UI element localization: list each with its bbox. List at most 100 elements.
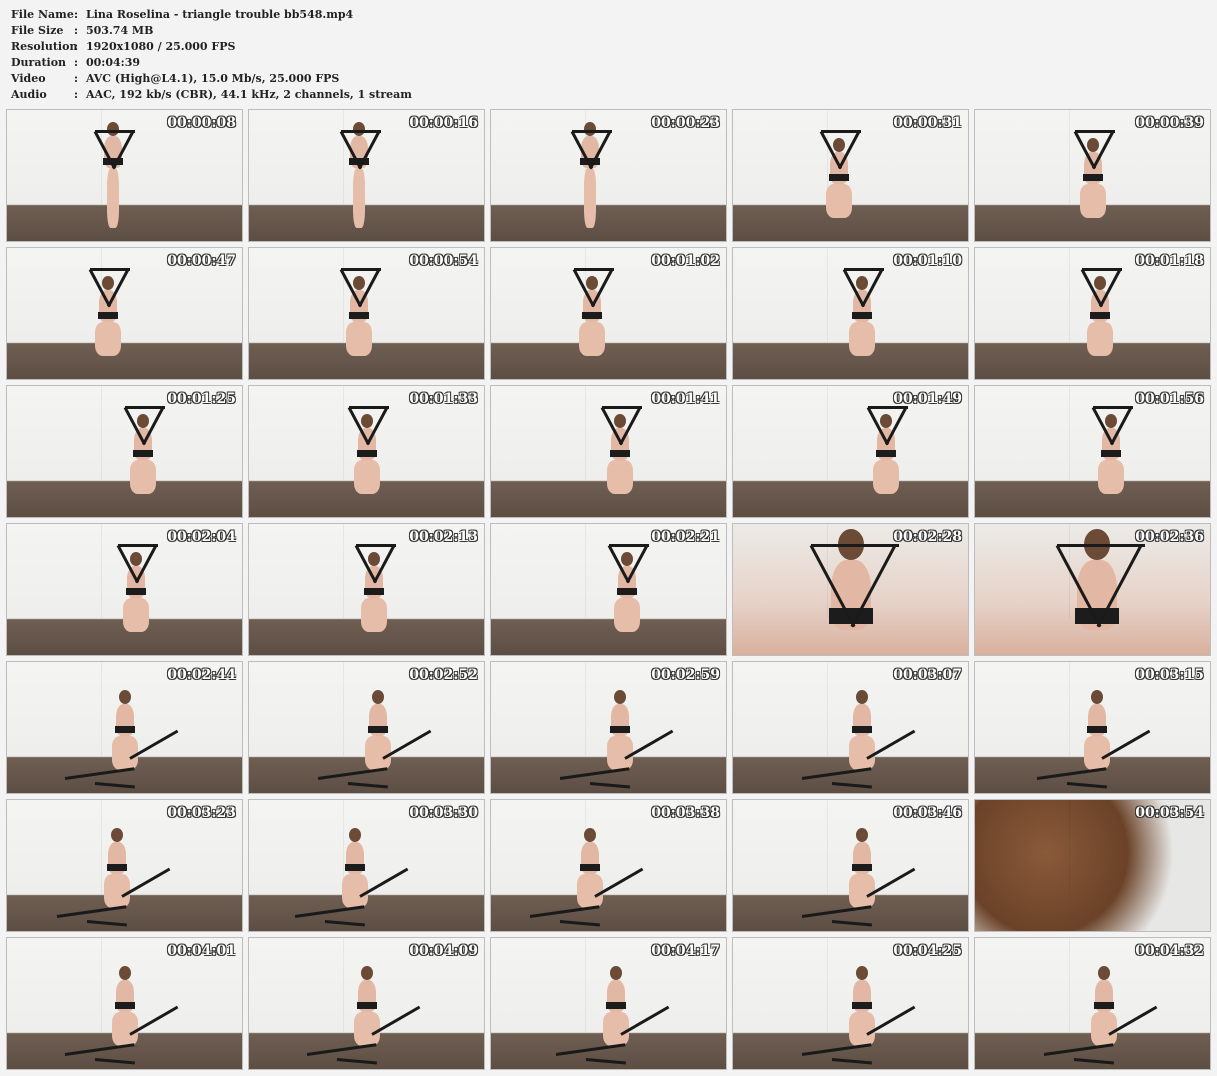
figure-silhouette xyxy=(110,966,140,1069)
figure-head xyxy=(107,122,119,136)
video-thumbnail: 00:01:33 xyxy=(248,385,485,518)
figure-head xyxy=(856,690,868,704)
figure-legs xyxy=(614,598,640,632)
figure-belt xyxy=(345,864,365,871)
info-value: Lina Roselina - triangle trouble bb548.m… xyxy=(86,8,354,21)
thumbnail-timestamp: 00:03:30 xyxy=(409,805,478,821)
figure-head xyxy=(856,828,868,842)
video-thumbnail: 00:04:01 xyxy=(6,937,243,1070)
figure-silhouette xyxy=(847,276,877,379)
video-thumbnail: 00:04:32 xyxy=(974,937,1211,1070)
black-rod xyxy=(349,406,389,409)
video-thumbnail: 00:02:04 xyxy=(6,523,243,656)
figure-belt xyxy=(876,450,896,457)
figure-belt xyxy=(357,450,377,457)
info-row-file-size: File Size:503.74 MB xyxy=(11,23,412,39)
figure-head xyxy=(130,552,142,566)
figure-silhouette xyxy=(359,552,389,655)
figure-silhouette xyxy=(1078,138,1108,241)
video-thumbnail: 00:03:07 xyxy=(732,661,969,794)
video-thumbnail: 00:03:15 xyxy=(974,661,1211,794)
thumbnail-timestamp: 00:03:46 xyxy=(893,805,962,821)
figure-legs xyxy=(873,460,899,494)
thumbnail-timestamp: 00:01:56 xyxy=(1135,391,1204,407)
black-rod xyxy=(574,268,614,271)
video-thumbnail: 00:00:16 xyxy=(248,109,485,242)
video-thumbnail: 00:01:18 xyxy=(974,247,1211,380)
video-thumbnail: 00:02:28 xyxy=(732,523,969,656)
figure-silhouette xyxy=(352,966,382,1069)
info-key: File Name xyxy=(11,8,74,21)
figure-silhouette xyxy=(340,828,370,931)
figure-belt xyxy=(580,864,600,871)
figure-legs xyxy=(849,322,875,356)
figure-belt xyxy=(852,312,872,319)
info-value: 503.74 MB xyxy=(86,24,154,37)
figure-head xyxy=(372,690,384,704)
info-row-audio: Audio: AAC, 192 kb/s (CBR), 44.1 kHz, 2 c… xyxy=(11,87,412,103)
figure-head xyxy=(1094,276,1106,290)
figure-belt xyxy=(1101,450,1121,457)
video-thumbnail: 00:03:23 xyxy=(6,799,243,932)
figure-head xyxy=(119,966,131,980)
file-info-panel: File Name: Lina Roselina - triangle troub… xyxy=(11,7,412,103)
info-key: Duration xyxy=(11,56,67,69)
info-separator: : xyxy=(74,56,79,69)
video-thumbnail: 00:03:38 xyxy=(490,799,727,932)
figure-silhouette xyxy=(605,690,635,793)
figure-silhouette xyxy=(847,966,877,1069)
video-thumbnail: 00:01:56 xyxy=(974,385,1211,518)
thumbnail-timestamp: 00:04:32 xyxy=(1135,943,1204,959)
black-rod xyxy=(125,406,165,409)
figure-head xyxy=(856,276,868,290)
figure-legs xyxy=(1098,460,1124,494)
info-row-video: Video: AVC (High@L4.1), 15.0 Mb/s, 25.000… xyxy=(11,71,412,87)
black-rod xyxy=(90,268,130,271)
figure-head xyxy=(1087,138,1099,152)
video-thumbnail: 00:00:23 xyxy=(490,109,727,242)
figure-belt xyxy=(133,450,153,457)
info-separator: : xyxy=(74,8,79,21)
figure-silhouette xyxy=(575,828,605,931)
figure-silhouette xyxy=(605,414,635,517)
video-thumbnail: 00:00:54 xyxy=(248,247,485,380)
video-thumbnail: 00:03:46 xyxy=(732,799,969,932)
thumbnail-timestamp: 00:03:23 xyxy=(167,805,236,821)
info-row-resolution: Resolution:1920x1080 / 25.000 FPS xyxy=(11,39,412,55)
figure-silhouette xyxy=(344,276,374,379)
thumbnail-timestamp: 00:02:21 xyxy=(651,529,720,545)
figure-belt xyxy=(610,450,630,457)
figure-head xyxy=(833,138,845,152)
black-rod xyxy=(609,544,649,547)
thumbnail-timestamp: 00:03:15 xyxy=(1135,667,1204,683)
thumbnail-timestamp: 00:00:47 xyxy=(167,253,236,269)
black-rod xyxy=(1093,406,1133,409)
figure-belt xyxy=(1090,312,1110,319)
thumbnail-timestamp: 00:01:49 xyxy=(893,391,962,407)
figure-belt xyxy=(852,726,872,733)
black-rod xyxy=(1057,544,1146,547)
figure-head xyxy=(353,276,365,290)
figure-legs xyxy=(107,168,119,228)
thumbnail-timestamp: 00:00:39 xyxy=(1135,115,1204,131)
video-thumbnail: 00:00:31 xyxy=(732,109,969,242)
figure-head xyxy=(349,828,361,842)
figure-belt xyxy=(107,864,127,871)
black-rod xyxy=(1075,130,1115,133)
video-thumbnail: 00:03:30 xyxy=(248,799,485,932)
video-thumbnail: 00:03:54 xyxy=(974,799,1211,932)
figure-legs xyxy=(826,184,852,218)
thumbnail-timestamp: 00:01:18 xyxy=(1135,253,1204,269)
black-rod xyxy=(821,130,861,133)
figure-silhouette xyxy=(1085,276,1115,379)
figure-silhouette xyxy=(824,138,854,241)
video-thumbnail: 00:00:47 xyxy=(6,247,243,380)
video-thumbnail: 00:00:08 xyxy=(6,109,243,242)
figure-silhouette xyxy=(871,414,901,517)
figure-belt xyxy=(1087,726,1107,733)
thumbnail-timestamp: 00:01:25 xyxy=(167,391,236,407)
thumbnail-timestamp: 00:03:38 xyxy=(651,805,720,821)
thumbnail-timestamp: 00:04:09 xyxy=(409,943,478,959)
figure-silhouette xyxy=(102,828,132,931)
figure-legs xyxy=(354,460,380,494)
